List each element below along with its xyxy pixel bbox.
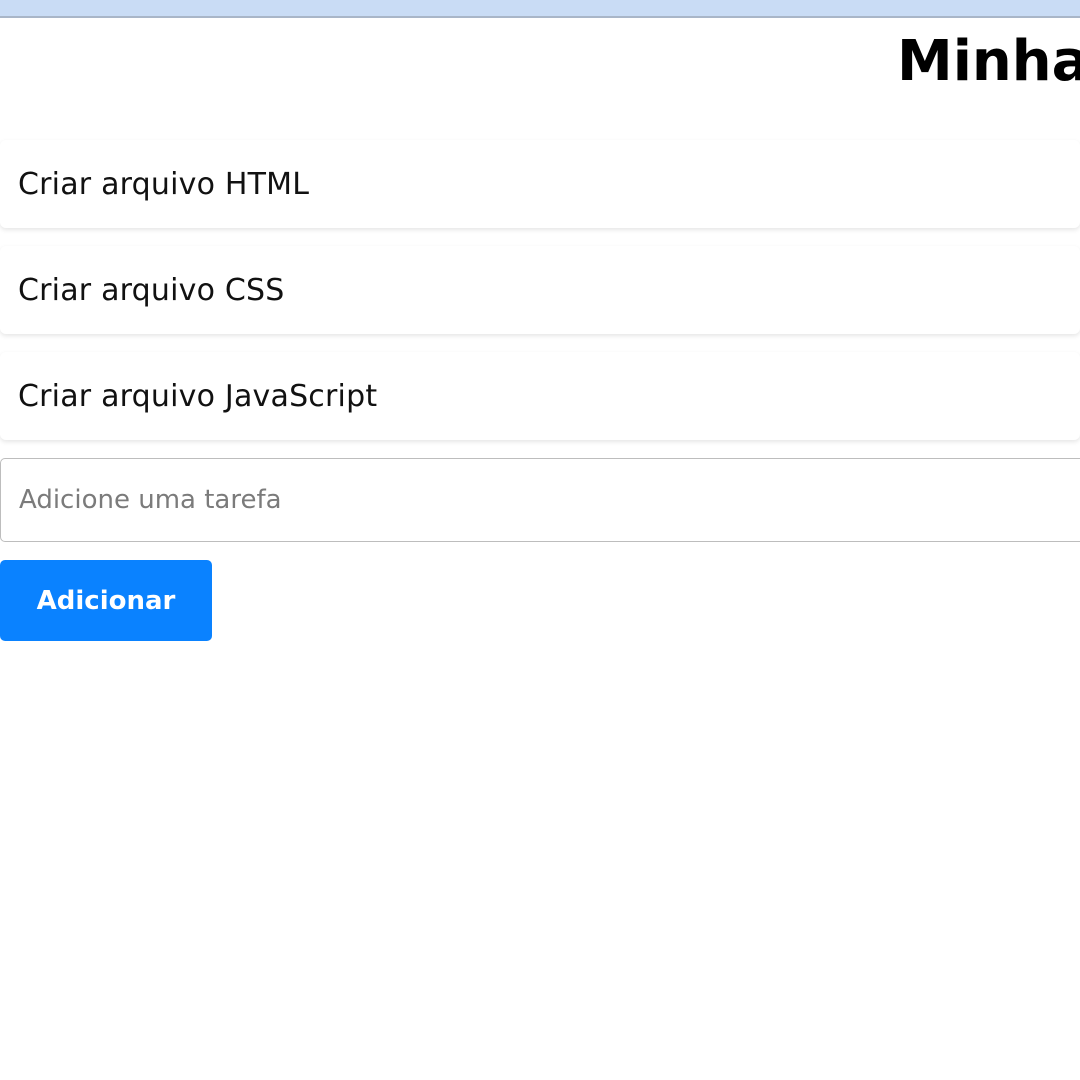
task-label: Criar arquivo CSS bbox=[18, 272, 285, 308]
task-item[interactable]: Criar arquivo JavaScript bbox=[0, 352, 1080, 440]
task-label: Criar arquivo HTML bbox=[18, 166, 310, 202]
add-task-button[interactable]: Adicionar bbox=[0, 560, 212, 641]
browser-top-strip bbox=[0, 0, 1080, 18]
task-item[interactable]: Criar arquivo HTML bbox=[0, 140, 1080, 228]
task-input[interactable] bbox=[0, 458, 1080, 542]
task-list: Criar arquivo HTML Criar arquivo CSS Cri… bbox=[0, 140, 1080, 458]
page-title: Minha bbox=[897, 29, 1080, 94]
task-label: Criar arquivo JavaScript bbox=[18, 378, 378, 414]
task-item[interactable]: Criar arquivo CSS bbox=[0, 246, 1080, 334]
